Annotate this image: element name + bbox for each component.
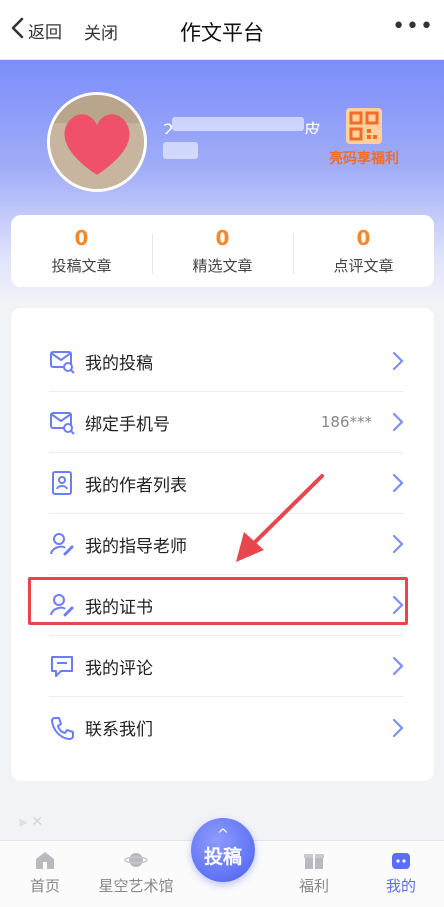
gift-icon bbox=[302, 849, 326, 871]
faint-overlay-text: ⫸ ✕ bbox=[19, 814, 44, 830]
qr-code-button[interactable]: 亮码享福利 bbox=[325, 106, 403, 168]
id-card-icon bbox=[49, 470, 75, 496]
user-edit-icon bbox=[49, 531, 75, 557]
tab-label: 首页 bbox=[29, 877, 60, 895]
qr-code-label: 亮码享福利 bbox=[329, 151, 399, 167]
menu-card: 我的投稿 绑定手机号 186*** 我的作者列表 我的指导老师 我的证书 我的评… bbox=[11, 308, 434, 781]
menu-item-author-list[interactable]: 我的作者列表 bbox=[49, 453, 404, 514]
stat-label: 点评文章 bbox=[333, 257, 394, 275]
avatar[interactable] bbox=[47, 92, 147, 192]
tab-gallery[interactable]: 星空艺术馆 bbox=[95, 849, 177, 896]
chevron-right-icon bbox=[392, 412, 404, 432]
stats-card: 0 投稿文章 0 精选文章 0 点评文章 bbox=[11, 215, 434, 287]
menu-item-my-comments[interactable]: 我的评论 bbox=[49, 636, 404, 697]
submit-label: 投稿 bbox=[203, 846, 242, 868]
tab-welfare[interactable]: 福利 bbox=[296, 849, 332, 896]
tab-mine[interactable]: 我的 bbox=[383, 849, 419, 896]
tab-label: 福利 bbox=[298, 877, 329, 895]
chevron-right-icon bbox=[392, 534, 404, 554]
comment-icon bbox=[49, 653, 75, 679]
redacted-user-id-block bbox=[163, 142, 198, 159]
more-options-button[interactable]: ••• bbox=[392, 14, 434, 39]
menu-item-my-submissions[interactable]: 我的投稿 bbox=[49, 331, 404, 392]
menu-item-label: 我的评论 bbox=[85, 658, 153, 679]
stat-submitted-articles[interactable]: 0 投稿文章 bbox=[11, 226, 152, 276]
menu-item-contact-us[interactable]: 联系我们 bbox=[49, 697, 404, 758]
chevron-right-icon bbox=[392, 351, 404, 371]
chevron-right-icon bbox=[392, 718, 404, 738]
stat-label: 投稿文章 bbox=[51, 257, 112, 275]
mail-search-icon bbox=[49, 409, 75, 435]
menu-item-label: 我的作者列表 bbox=[85, 475, 187, 496]
submit-fab-button[interactable]: ^ 投稿 bbox=[191, 818, 255, 882]
stat-value: 0 bbox=[356, 226, 371, 250]
menu-item-bind-phone[interactable]: 绑定手机号 186*** bbox=[49, 392, 404, 453]
menu-item-my-instructor[interactable]: 我的指导老师 bbox=[49, 514, 404, 575]
tab-home[interactable]: 首页 bbox=[24, 849, 66, 896]
menu-item-label: 联系我们 bbox=[85, 720, 153, 740]
stat-value: 0 bbox=[215, 226, 230, 250]
tab-label: 星空艺术馆 bbox=[98, 877, 174, 895]
stat-value: 0 bbox=[74, 226, 89, 250]
caret-up-icon: ^ bbox=[217, 827, 229, 843]
qr-code-icon bbox=[343, 106, 385, 146]
chevron-right-icon bbox=[392, 473, 404, 493]
tab-label: 我的 bbox=[385, 877, 416, 895]
profile-icon bbox=[389, 849, 413, 871]
stat-reviewed-articles[interactable]: 0 点评文章 bbox=[293, 226, 434, 276]
home-icon bbox=[33, 849, 57, 871]
chevron-right-icon bbox=[392, 656, 404, 676]
username-suffix: 皮 bbox=[303, 121, 321, 134]
menu-item-label: 我的投稿 bbox=[85, 353, 153, 374]
menu-item-label: 我的指导老师 bbox=[85, 536, 187, 557]
phone-icon bbox=[49, 715, 75, 741]
highlight-box bbox=[28, 577, 408, 625]
stat-featured-articles[interactable]: 0 精选文章 bbox=[152, 226, 293, 276]
top-navigation-bar: 返回 关闭 作文平台 ••• bbox=[0, 0, 444, 60]
page-title: 作文平台 bbox=[180, 21, 264, 45]
mail-search-icon bbox=[49, 348, 75, 374]
stat-label: 精选文章 bbox=[192, 257, 253, 275]
planet-icon bbox=[124, 849, 148, 871]
redacted-username-block bbox=[172, 117, 304, 131]
menu-item-label: 绑定手机号 bbox=[85, 414, 170, 435]
phone-number-value: 186*** bbox=[320, 413, 372, 431]
